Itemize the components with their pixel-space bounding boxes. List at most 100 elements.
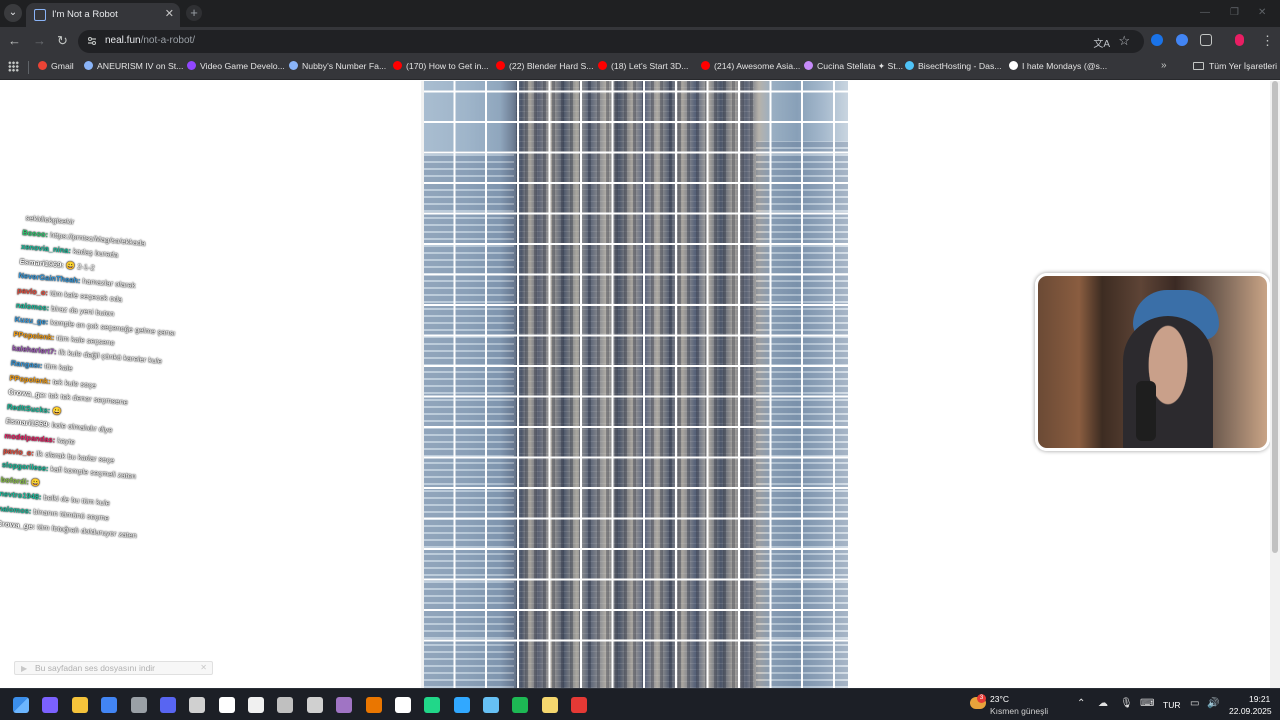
chat-username: PPopolenk:: [13, 329, 55, 342]
bookmark-favicon-icon: [38, 61, 47, 70]
apps-grid-icon[interactable]: [8, 61, 19, 72]
pycharm-icon[interactable]: [424, 697, 440, 713]
tab-close-icon[interactable]: ✕: [165, 7, 174, 20]
tab-active[interactable]: I'm Not a Robot ✕: [26, 3, 180, 27]
scrollbar-thumb[interactable]: [1272, 81, 1278, 553]
clock-time[interactable]: 19:21: [1249, 694, 1270, 704]
bookmark-item[interactable]: Gmail: [38, 61, 74, 71]
bookmark-item[interactable]: I hate Mondays (@s...: [1009, 61, 1107, 71]
chat-message: Esmari1969:😀 2-1-2: [19, 257, 95, 273]
clock-date[interactable]: 22.09.2025: [1229, 706, 1272, 716]
bookmark-item[interactable]: BisectHosting - Das...: [905, 61, 1002, 71]
app-red-icon[interactable]: [571, 697, 587, 713]
windows-start-icon[interactable]: [13, 697, 29, 713]
copilot-icon[interactable]: [42, 697, 58, 713]
unreal-icon[interactable]: [219, 697, 235, 713]
chat-text: 😀: [51, 406, 62, 416]
visual-studio-icon[interactable]: [336, 697, 352, 713]
bookmark-label: Gmail: [51, 61, 74, 71]
bookmark-item[interactable]: Cucina Stellata ✦ St...: [804, 61, 903, 72]
chat-username: Esmari1969:: [5, 416, 51, 430]
input-language[interactable]: TUR: [1163, 700, 1180, 710]
discord-icon[interactable]: [160, 697, 176, 713]
extension-icon[interactable]: [1176, 34, 1188, 46]
sticky-icon[interactable]: [542, 697, 558, 713]
extension-icon[interactable]: [1151, 34, 1163, 46]
bookmark-favicon-icon: [393, 61, 402, 70]
chrome-icon[interactable]: [101, 697, 117, 713]
volume-icon[interactable]: 🔊: [1207, 698, 1219, 709]
chat-message: modelpandas:kayte: [4, 431, 75, 446]
unity-icon[interactable]: [307, 697, 323, 713]
back-icon[interactable]: ←: [8, 34, 21, 48]
url-path: /not-a-robot/: [140, 35, 196, 46]
steam-icon[interactable]: [483, 697, 499, 713]
media-icon[interactable]: [395, 697, 411, 713]
audio-download-link[interactable]: ▶ Bu sayfadan ses dosyasını indir ✕: [14, 661, 213, 675]
bookmark-item[interactable]: (22) Blender Hard S...: [496, 61, 594, 71]
chat-text: tüm kale seçecek oda: [49, 288, 123, 304]
chat-text: hamazlar olarak: [81, 276, 136, 291]
bookmark-label: Video Game Develo...: [200, 61, 285, 71]
photoshop-icon[interactable]: [454, 697, 470, 713]
minimize-button[interactable]: —: [1200, 7, 1210, 18]
translate-icon[interactable]: 文A: [1093, 35, 1110, 50]
audio-download-label: Bu sayfadan ses dosyasını indir: [35, 663, 156, 673]
weather-description: Kısmen güneşli: [990, 706, 1049, 716]
chat-message: Rangası:tüm kale: [10, 358, 73, 372]
forward-icon[interactable]: →: [33, 34, 46, 48]
all-bookmarks-folder[interactable]: Tüm Yer İşaretleri: [1193, 61, 1277, 71]
bookmark-item[interactable]: Video Game Develo...: [187, 61, 285, 71]
bookmark-item[interactable]: Nubby's Number Fa...: [289, 61, 386, 71]
blender-icon[interactable]: [366, 697, 382, 713]
tray-chevron-icon[interactable]: ⌃: [1077, 698, 1085, 709]
chat-username: bofordi:: [0, 474, 30, 487]
close-window-button[interactable]: ✕: [1258, 7, 1266, 18]
captcha-tiles[interactable]: [424, 81, 848, 688]
file-explorer-icon[interactable]: [72, 697, 88, 713]
bookmark-label: Cucina Stellata ✦ St...: [817, 61, 903, 71]
chat-username: modelpandas:: [4, 431, 56, 445]
site-info-icon[interactable]: [87, 36, 97, 46]
extensions-puzzle-icon[interactable]: [1200, 34, 1212, 46]
spotify-icon[interactable]: [512, 697, 528, 713]
keyboard-icon[interactable]: ⌨: [1140, 698, 1154, 709]
bookmark-item[interactable]: ANEURISM IV on St...: [84, 61, 183, 71]
bookmark-label: Nubby's Number Fa...: [302, 61, 387, 71]
url-text: neal.fun/not-a-robot/: [105, 35, 195, 46]
bookmark-favicon-icon: [905, 61, 914, 70]
onedrive-icon[interactable]: ☁: [1098, 698, 1108, 709]
address-bar[interactable]: neal.fun/not-a-robot/ 文A ☆: [78, 30, 1144, 53]
chat-text: bole olmalıdır diye: [51, 420, 113, 435]
chat-username: Kuzu_ge:: [14, 314, 49, 327]
settings-icon[interactable]: [277, 697, 293, 713]
reload-icon[interactable]: ↻: [57, 34, 68, 48]
chat-text: 😀: [30, 477, 41, 488]
maximize-button[interactable]: ❐: [1230, 7, 1239, 18]
page-scrollbar[interactable]: [1270, 81, 1280, 688]
chat-message: xenovia_nina:kadaş burada: [21, 242, 119, 259]
tab-search-button[interactable]: ⌄: [4, 4, 22, 22]
profile-avatar[interactable]: [1235, 34, 1244, 46]
chat-text: ilk kule değil çünkü kareler kule: [58, 347, 163, 366]
github-icon[interactable]: [248, 697, 264, 713]
bookmark-label: ANEURISM IV on St...: [97, 61, 184, 71]
bookmark-item[interactable]: (214) Awesome Asia...: [701, 61, 800, 71]
bookmark-favicon-icon: [804, 61, 813, 70]
microphone-tray-icon[interactable]: 🎙: [1120, 698, 1133, 709]
app-icon[interactable]: [131, 697, 147, 713]
network-icon[interactable]: ▭: [1190, 698, 1199, 709]
close-icon[interactable]: ✕: [200, 663, 207, 672]
menu-kebab-icon[interactable]: ⋮: [1261, 34, 1274, 48]
bookmark-item[interactable]: (170) How to Get in...: [393, 61, 489, 71]
bookmark-item[interactable]: (18) Let's Start 3D...: [598, 61, 688, 71]
new-tab-button[interactable]: +: [186, 5, 202, 21]
captcha-image-grid[interactable]: [421, 81, 848, 688]
chat-username: nalomos:: [15, 300, 50, 313]
bookmark-star-icon[interactable]: ☆: [1118, 33, 1130, 49]
chat-username: slopgorilese:: [1, 460, 49, 474]
bookmark-label: (22) Blender Hard S...: [509, 61, 594, 71]
stream-chat-overlay: sekidiekgisekir Bosoo:https://prntsc/Mag/…: [0, 213, 223, 559]
bookmarks-overflow-icon[interactable]: »: [1161, 60, 1167, 71]
obs-icon[interactable]: [189, 697, 205, 713]
